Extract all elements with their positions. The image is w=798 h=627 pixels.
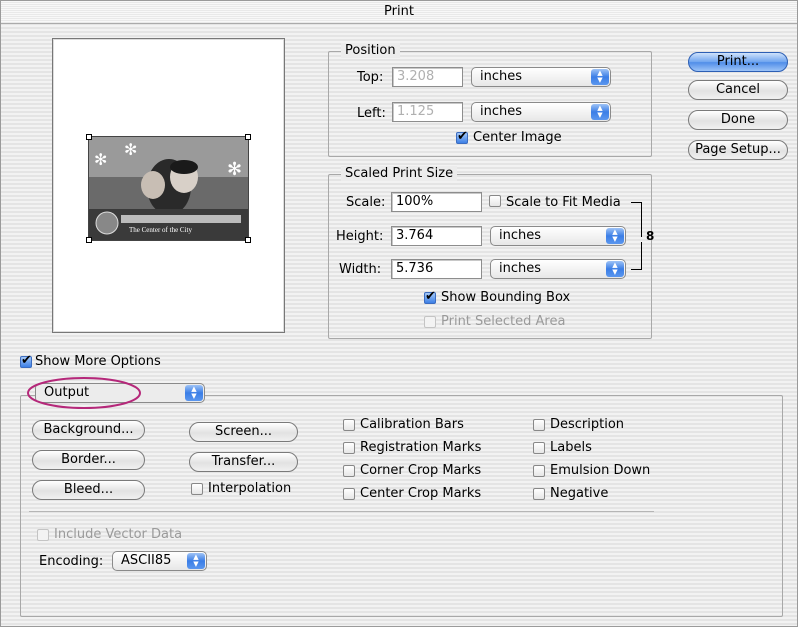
- registration-marks-label: Registration Marks: [360, 440, 482, 455]
- include-vector-data-label: Include Vector Data: [54, 527, 183, 542]
- page-setup-button[interactable]: Page Setup...: [688, 140, 788, 160]
- proportion-bracket-top: [631, 202, 642, 237]
- calibration-bars-label: Calibration Bars: [360, 417, 464, 432]
- labels-checkbox[interactable]: [533, 442, 545, 454]
- width-input[interactable]: 5.736: [391, 259, 482, 279]
- encoding-value: ASCII85: [121, 553, 172, 568]
- left-input[interactable]: 1.125: [392, 102, 463, 122]
- transfer-button[interactable]: Transfer...: [189, 452, 298, 472]
- width-label: Width:: [339, 262, 382, 277]
- center-crop-marks-checkbox[interactable]: [343, 488, 355, 500]
- highlight-ellipse: [27, 377, 141, 409]
- center-image-checkbox[interactable]: [456, 129, 468, 144]
- bounding-handle-br[interactable]: [245, 237, 251, 243]
- scale-input[interactable]: 100%: [391, 192, 482, 212]
- border-button[interactable]: Border...: [32, 450, 145, 470]
- center-crop-marks-label: Center Crop Marks: [360, 486, 482, 501]
- preview-photo[interactable]: ✻ ✻ ✻ The Center of the City: [88, 136, 249, 241]
- popup-arrows-icon: ▲ ▼: [606, 228, 624, 244]
- corner-crop-marks-checkbox[interactable]: [343, 465, 355, 477]
- registration-marks-checkbox[interactable]: [343, 442, 355, 454]
- calibration-bars-checkbox[interactable]: [343, 419, 355, 431]
- top-label: Top:: [357, 70, 384, 85]
- print-selected-area-label: Print Selected Area: [441, 314, 566, 329]
- bounding-handle-tr[interactable]: [245, 134, 251, 140]
- options-divider: [29, 511, 654, 512]
- done-button[interactable]: Done: [688, 110, 788, 130]
- window-title: Print: [384, 4, 414, 19]
- background-button[interactable]: Background...: [32, 420, 145, 440]
- emulsion-down-checkbox[interactable]: [533, 465, 545, 477]
- popup-arrows-icon: ▲ ▼: [591, 104, 609, 120]
- show-bounding-box-label: Show Bounding Box: [441, 290, 571, 305]
- bounding-handle-bl[interactable]: [86, 237, 92, 243]
- title-bar: Print: [1, 1, 797, 24]
- left-unit-select[interactable]: inches ▲ ▼: [471, 102, 611, 122]
- height-unit-select[interactable]: inches ▲ ▼: [490, 226, 626, 246]
- width-unit-value: inches: [499, 261, 542, 276]
- corner-crop-marks-label: Corner Crop Marks: [360, 463, 482, 478]
- svg-text:✻: ✻: [124, 140, 137, 159]
- proportion-bracket-bottom: [631, 242, 642, 270]
- description-checkbox[interactable]: [533, 419, 545, 431]
- popup-arrows-icon: ▲ ▼: [591, 69, 609, 85]
- print-preview: ✻ ✻ ✻ The Center of the City: [52, 38, 285, 333]
- height-label: Height:: [336, 229, 384, 244]
- scale-to-fit-checkbox[interactable]: [489, 195, 501, 207]
- cancel-button[interactable]: Cancel: [688, 80, 788, 100]
- print-button[interactable]: Print...: [688, 52, 788, 72]
- position-legend: Position: [341, 43, 400, 58]
- encoding-label: Encoding:: [39, 554, 104, 569]
- labels-label: Labels: [550, 440, 592, 455]
- left-unit-value: inches: [480, 104, 523, 119]
- scale-label: Scale:: [346, 195, 386, 210]
- left-label: Left:: [357, 106, 386, 121]
- scale-to-fit-label: Scale to Fit Media: [506, 195, 621, 210]
- width-unit-select[interactable]: inches ▲ ▼: [490, 259, 626, 279]
- top-unit-value: inches: [480, 69, 523, 84]
- interpolation-label: Interpolation: [208, 481, 292, 496]
- interpolation-checkbox[interactable]: [191, 483, 203, 495]
- popup-arrows-icon: ▲ ▼: [606, 261, 624, 277]
- emulsion-down-label: Emulsion Down: [550, 463, 651, 478]
- include-vector-data-checkbox[interactable]: [37, 529, 49, 541]
- popup-arrows-icon: ▲ ▼: [187, 553, 205, 569]
- center-image-label: Center Image: [473, 130, 562, 145]
- photo-image: ✻ ✻ ✻: [89, 137, 248, 240]
- screen-button[interactable]: Screen...: [189, 422, 298, 442]
- height-input[interactable]: 3.764: [391, 226, 482, 246]
- print-dialog: Print ✻ ✻ ✻ The Center of the City Posit…: [0, 0, 798, 627]
- print-selected-area-checkbox[interactable]: [424, 316, 436, 328]
- show-bounding-box-checkbox[interactable]: [424, 289, 436, 304]
- photo-caption: The Center of the City: [129, 226, 192, 234]
- scaled-legend: Scaled Print Size: [341, 166, 458, 181]
- description-label: Description: [550, 417, 625, 432]
- bleed-button[interactable]: Bleed...: [32, 480, 145, 500]
- top-input[interactable]: 3.208: [392, 67, 463, 87]
- negative-label: Negative: [550, 486, 609, 501]
- top-unit-select[interactable]: inches ▲ ▼: [471, 67, 611, 87]
- popup-arrows-icon: ▲ ▼: [185, 385, 203, 401]
- show-more-options-label: Show More Options: [35, 354, 161, 369]
- bounding-handle-tl[interactable]: [86, 134, 92, 140]
- encoding-select[interactable]: ASCII85 ▲ ▼: [112, 551, 207, 571]
- svg-text:✻: ✻: [94, 150, 107, 169]
- link-icon: 8: [646, 229, 655, 243]
- height-unit-value: inches: [499, 228, 542, 243]
- svg-text:✻: ✻: [227, 159, 242, 180]
- negative-checkbox[interactable]: [533, 488, 545, 500]
- show-more-options-checkbox[interactable]: [20, 353, 32, 368]
